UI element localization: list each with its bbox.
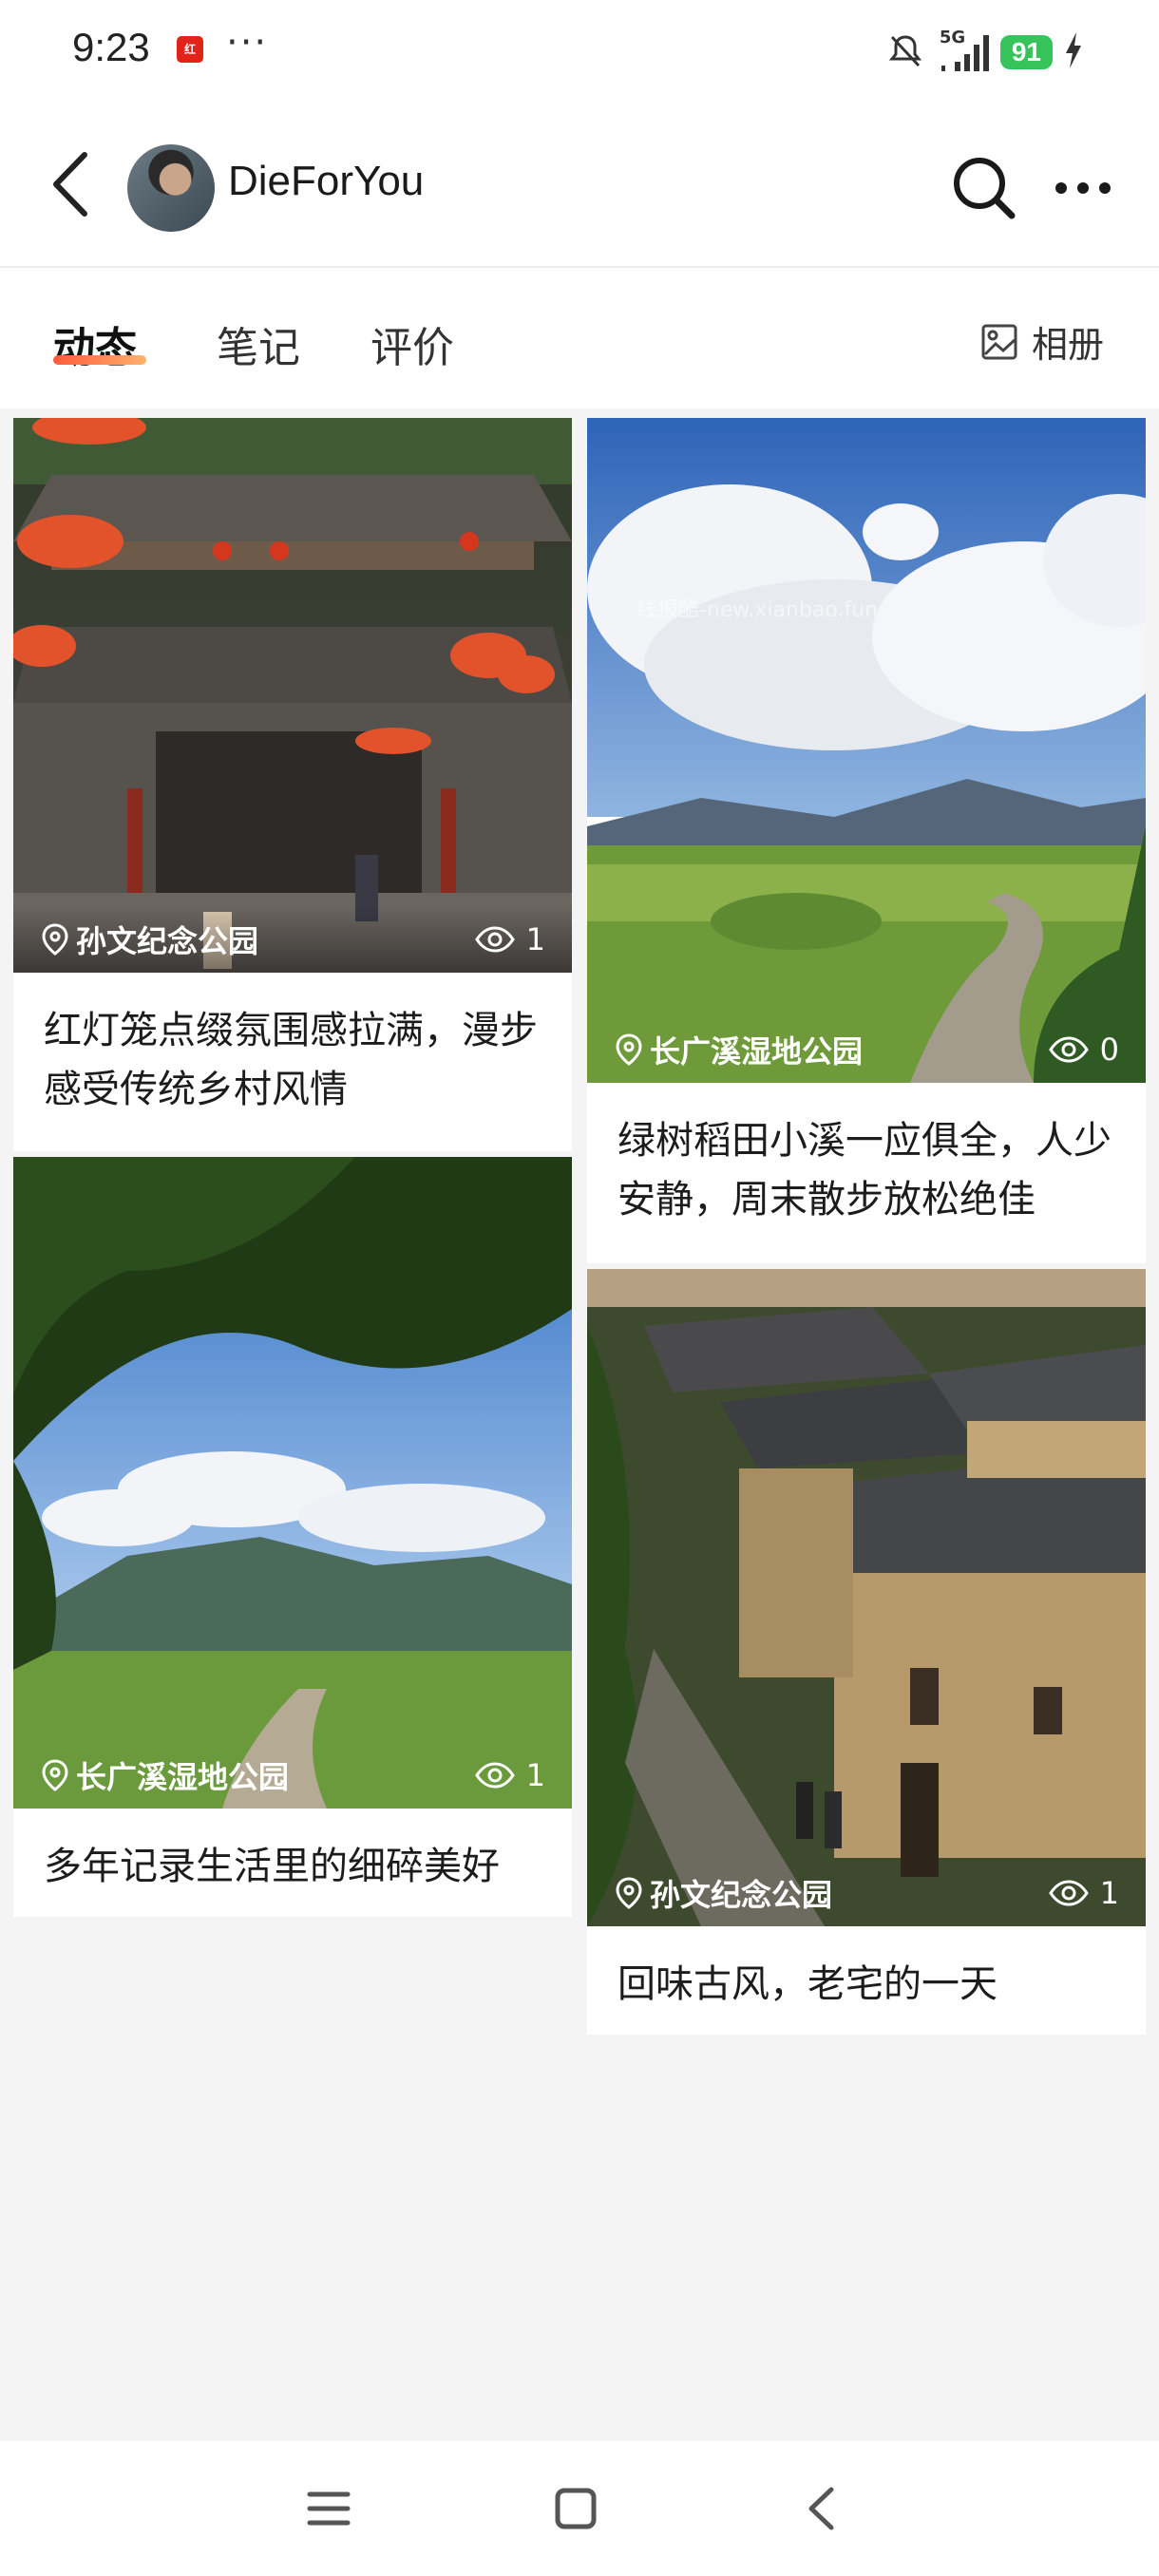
view-count-value: 0: [1099, 1032, 1119, 1068]
view-count: 1: [474, 1757, 545, 1793]
more-icon: [1055, 182, 1111, 194]
system-nav-bar: [0, 2441, 1159, 2576]
username[interactable]: DieForYou: [228, 158, 424, 205]
photo-old-village-lanterns: [13, 418, 572, 973]
view-count-value: 1: [525, 921, 545, 957]
location-pin-icon: [42, 1759, 68, 1791]
post-card[interactable]: 长广溪湿地公园 0 线报酷-new.xianbao.fun 绿树稻田小溪一应俱全…: [587, 418, 1146, 1263]
post-title: 绿树稻田小溪一应俱全，人少安静，周末散步放松绝佳: [618, 1119, 1112, 1222]
more-button[interactable]: [1045, 150, 1121, 226]
nav-back-button[interactable]: [783, 2475, 859, 2542]
photo-meta: 孙文纪念公园 1: [13, 906, 572, 973]
tab-bar: 动态 笔记 评价 相册: [0, 268, 1159, 408]
eye-icon: [1048, 1880, 1089, 1906]
battery-indicator: 91: [999, 35, 1053, 69]
photo-old-houses: [587, 1269, 1146, 1926]
photo-meta: 长广溪湿地公园 0: [587, 1016, 1146, 1083]
status-time: 9:23: [72, 25, 150, 69]
notification-app-icon: 红: [177, 36, 203, 63]
search-button[interactable]: [946, 150, 1022, 226]
home-button[interactable]: [538, 2475, 614, 2542]
location-tag[interactable]: 孙文纪念公园: [616, 1871, 832, 1915]
location-name: 孙文纪念公园: [76, 923, 259, 959]
location-name: 长广溪湿地公园: [650, 1033, 864, 1070]
menu-button[interactable]: [291, 2475, 367, 2542]
mute-icon: [886, 31, 924, 73]
photo-meta: 长广溪湿地公园 1: [13, 1742, 572, 1809]
location-pin-icon: [616, 1877, 642, 1909]
profile-header: DieForYou: [0, 104, 1159, 268]
photo-meta: 孙文纪念公园 1: [587, 1860, 1146, 1926]
eye-icon: [474, 1762, 515, 1789]
post-title: 多年记录生活里的细碎美好: [44, 1845, 500, 1888]
tab-reviews[interactable]: 评价: [370, 313, 454, 374]
status-icons: 5G 91: [886, 28, 1083, 76]
charging-icon: [1064, 32, 1083, 72]
tab-notes[interactable]: 笔记: [217, 313, 300, 374]
post-photo: 孙文纪念公园 1: [587, 1269, 1146, 1926]
menu-icon: [307, 2491, 351, 2526]
view-count-value: 1: [525, 1757, 545, 1793]
photo-rice-field-path: [587, 418, 1146, 1083]
location-pin-icon: [42, 923, 68, 956]
signal-icon: 5G: [936, 28, 989, 73]
home-icon: [555, 2488, 597, 2529]
tab-dynamics[interactable]: 动态: [53, 313, 137, 374]
location-pin-icon: [616, 1033, 642, 1066]
view-count: 1: [1048, 1875, 1119, 1911]
post-photo: 孙文纪念公园 1: [13, 418, 572, 973]
album-button[interactable]: 相册: [980, 315, 1104, 368]
back-icon: [53, 152, 87, 217]
more-notifications-indicator: ···: [226, 21, 269, 65]
post-title: 红灯笼点缀氛围感拉满，漫步感受传统乡村风情: [44, 1009, 538, 1111]
eye-icon: [474, 926, 515, 953]
back-button[interactable]: [38, 146, 104, 222]
location-name: 孙文纪念公园: [650, 1877, 833, 1913]
avatar[interactable]: [127, 144, 215, 232]
back-icon: [808, 2487, 834, 2530]
post-title: 回味古风，老宅的一天: [618, 1962, 998, 2006]
search-icon: [954, 158, 1016, 219]
view-count: 1: [474, 921, 545, 957]
album-label: 相册: [1031, 324, 1104, 366]
post-photo: 长广溪湿地公园 0 线报酷-new.xianbao.fun: [587, 418, 1146, 1083]
status-bar: 9:23 红 ··· 5G 91: [0, 0, 1159, 104]
location-tag[interactable]: 长广溪湿地公园: [616, 1028, 863, 1071]
image-icon: [981, 324, 1017, 359]
post-photo: 长广溪湿地公园 1: [13, 1157, 572, 1809]
photo-mountain-path: [13, 1157, 572, 1809]
location-tag[interactable]: 长广溪湿地公园: [42, 1753, 289, 1797]
post-card[interactable]: 长广溪湿地公园 1 多年记录生活里的细碎美好: [13, 1157, 572, 1917]
view-count-value: 1: [1099, 1875, 1119, 1911]
location-tag[interactable]: 孙文纪念公园: [42, 918, 258, 961]
post-card[interactable]: 孙文纪念公园 1 回味古风，老宅的一天: [587, 1269, 1146, 2035]
active-tab-indicator: [53, 355, 146, 365]
location-name: 长广溪湿地公园: [76, 1759, 290, 1795]
view-count: 0: [1048, 1032, 1119, 1068]
post-card[interactable]: 孙文纪念公园 1 红灯笼点缀氛围感拉满，漫步感受传统乡村风情: [13, 418, 572, 1151]
eye-icon: [1048, 1036, 1089, 1063]
watermark: 线报酷-new.xianbao.fun: [636, 598, 879, 622]
